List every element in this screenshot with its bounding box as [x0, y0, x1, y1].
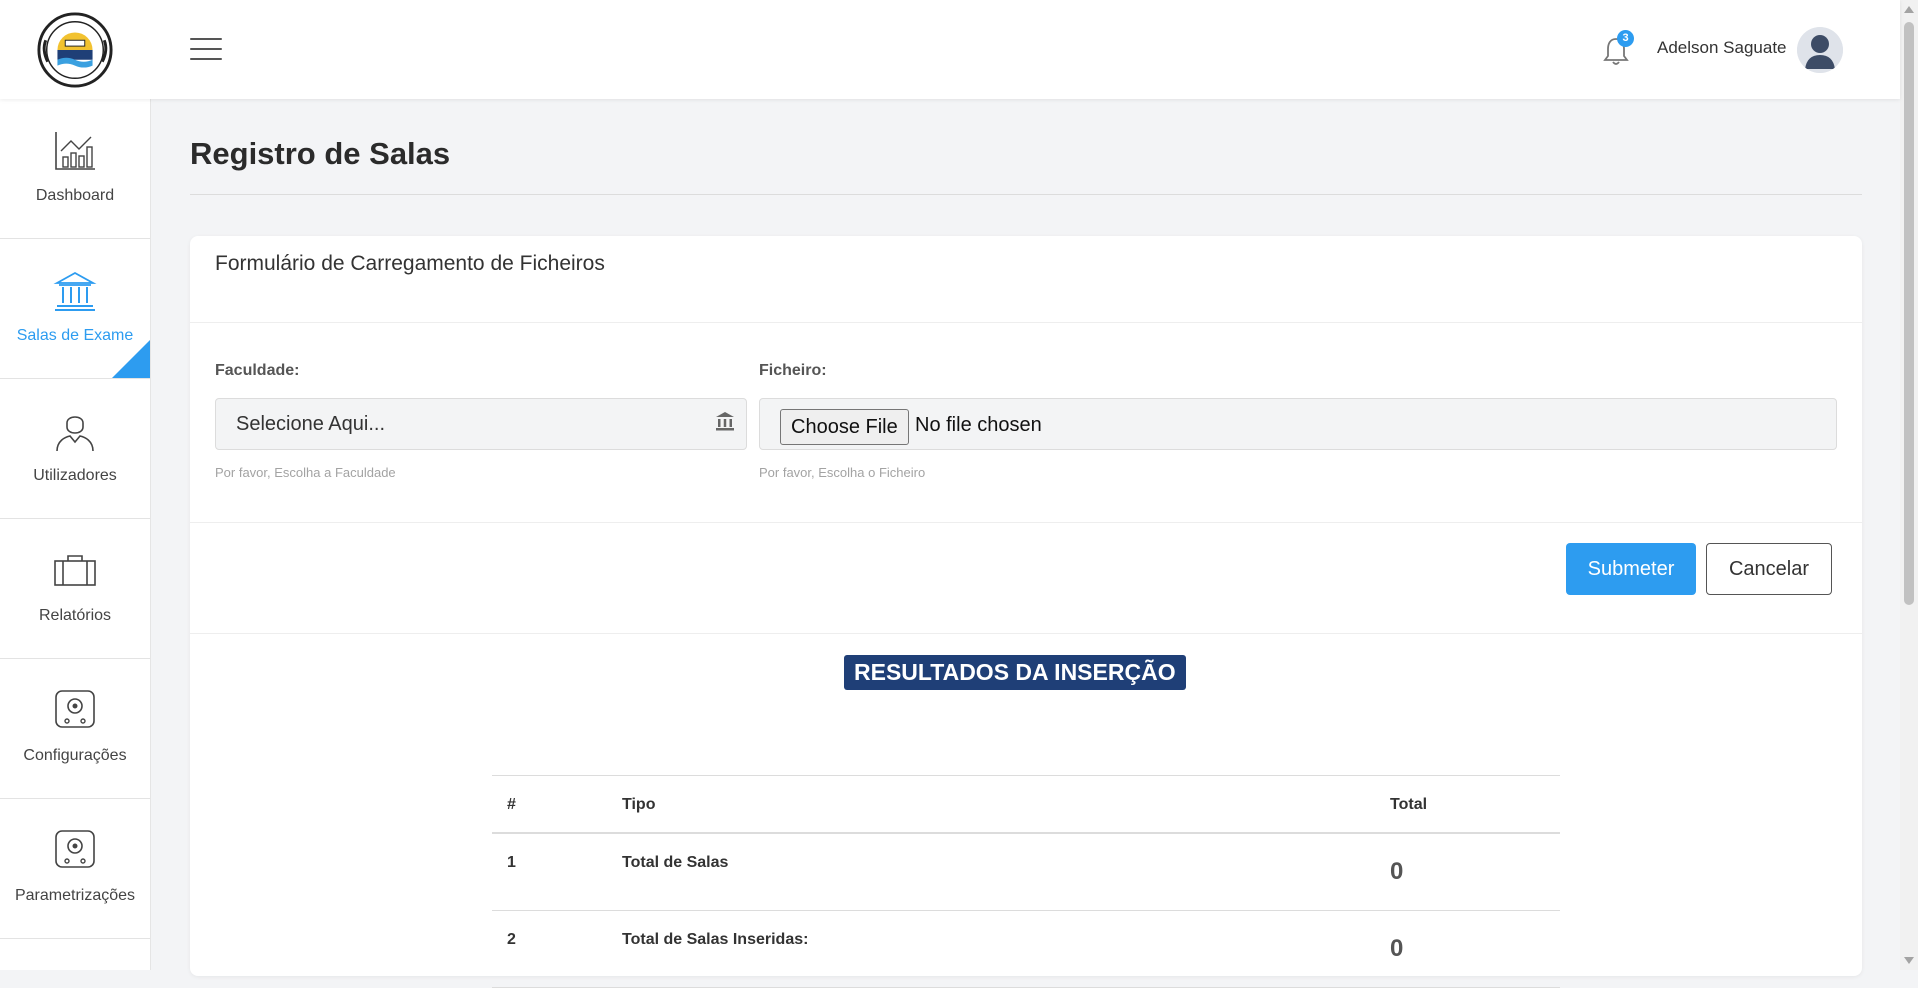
sidebar-item-dashboard[interactable]: Dashboard — [0, 99, 150, 239]
faculty-select-value: Selecione Aqui... — [236, 413, 385, 435]
sidebar-item-label: Dashboard — [35, 187, 115, 204]
column-header-total: Total — [1375, 775, 1560, 834]
row-tipo: Total de Salas — [607, 833, 1375, 911]
divider — [190, 633, 1862, 634]
sidebar-item-label: Configurações — [23, 747, 127, 764]
file-status: No file chosen — [915, 414, 1042, 436]
sidebar-item-parametrizacoes[interactable]: Parametrizações — [0, 799, 150, 939]
faculty-hint: Por favor, Escolha a Faculdade — [215, 465, 396, 480]
sidebar-item-configuracoes[interactable]: Configurações — [0, 659, 150, 799]
row-number: 2 — [492, 910, 607, 988]
notification-badge: 3 — [1617, 30, 1634, 47]
top-bar: 3 Adelson Saguate — [0, 0, 1900, 99]
sidebar-item-label: Utilizadores — [33, 467, 117, 484]
avatar-person-icon — [1797, 27, 1843, 73]
safe-icon — [55, 830, 95, 868]
safe-icon — [55, 690, 95, 728]
table-row: 2 Total de Salas Inseridas: 0 — [492, 910, 1560, 988]
sidebar-item-label: Parametrizações — [14, 887, 136, 904]
university-logo[interactable] — [36, 11, 114, 89]
file-hint: Por favor, Escolha o Ficheiro — [759, 465, 926, 480]
briefcase-icon — [54, 555, 96, 586]
title-divider — [190, 194, 1862, 195]
row-total: 0 — [1375, 910, 1560, 988]
hamburger-line — [190, 58, 222, 60]
sidebar-item-relatorios[interactable]: Relatórios — [0, 519, 150, 659]
row-tipo: Total de Salas Inseridas: — [607, 910, 1375, 988]
cancel-button[interactable]: Cancelar — [1706, 543, 1832, 595]
menu-toggle-button[interactable] — [190, 38, 222, 62]
upload-form-card: Formulário de Carregamento de Ficheiros … — [190, 236, 1862, 988]
form-title: Formulário de Carregamento de Ficheiros — [215, 252, 605, 275]
table-header-row: # Tipo Total — [492, 775, 1560, 834]
column-header-tipo: Tipo — [607, 775, 1375, 834]
avatar[interactable] — [1797, 27, 1843, 73]
results-heading: RESULTADOS DA INSERÇÃO — [844, 655, 1186, 690]
hamburger-line — [190, 38, 222, 40]
scroll-down-arrow-icon[interactable] — [1904, 957, 1914, 964]
results-table: # Tipo Total 1 Total de Salas 0 2 Total … — [492, 775, 1560, 988]
row-number: 1 — [492, 833, 607, 911]
sidebar-item-label: Relatórios — [38, 607, 112, 624]
divider — [190, 322, 1862, 323]
file-input[interactable]: Choose File No file chosen — [759, 398, 1837, 450]
row-total: 0 — [1375, 833, 1560, 911]
building-icon — [53, 271, 97, 311]
faculty-select[interactable]: Selecione Aqui... — [215, 398, 747, 450]
divider — [190, 522, 1862, 523]
choose-file-button[interactable]: Choose File — [780, 409, 909, 445]
submit-button[interactable]: Submeter — [1566, 543, 1696, 595]
sidebar-item-salas-de-exame[interactable]: Salas de Exame — [0, 239, 150, 379]
chart-icon — [55, 132, 95, 170]
hamburger-line — [190, 48, 222, 50]
scroll-up-arrow-icon[interactable] — [1904, 6, 1914, 13]
faculty-label: Faculdade: — [215, 362, 300, 379]
user-name[interactable]: Adelson Saguate — [1657, 38, 1787, 58]
user-icon — [56, 416, 94, 452]
active-indicator — [112, 340, 150, 378]
page-scrollbar[interactable] — [1900, 0, 1918, 970]
page-title: Registro de Salas — [190, 136, 451, 171]
sidebar: Dashboard Salas de Exame Utilizadores Re… — [0, 99, 151, 970]
bank-icon — [716, 412, 734, 431]
scroll-thumb[interactable] — [1904, 22, 1914, 605]
column-header-number: # — [492, 775, 607, 834]
file-label: Ficheiro: — [759, 362, 827, 379]
sidebar-item-utilizadores[interactable]: Utilizadores — [0, 379, 150, 519]
table-row: 1 Total de Salas 0 — [492, 833, 1560, 911]
